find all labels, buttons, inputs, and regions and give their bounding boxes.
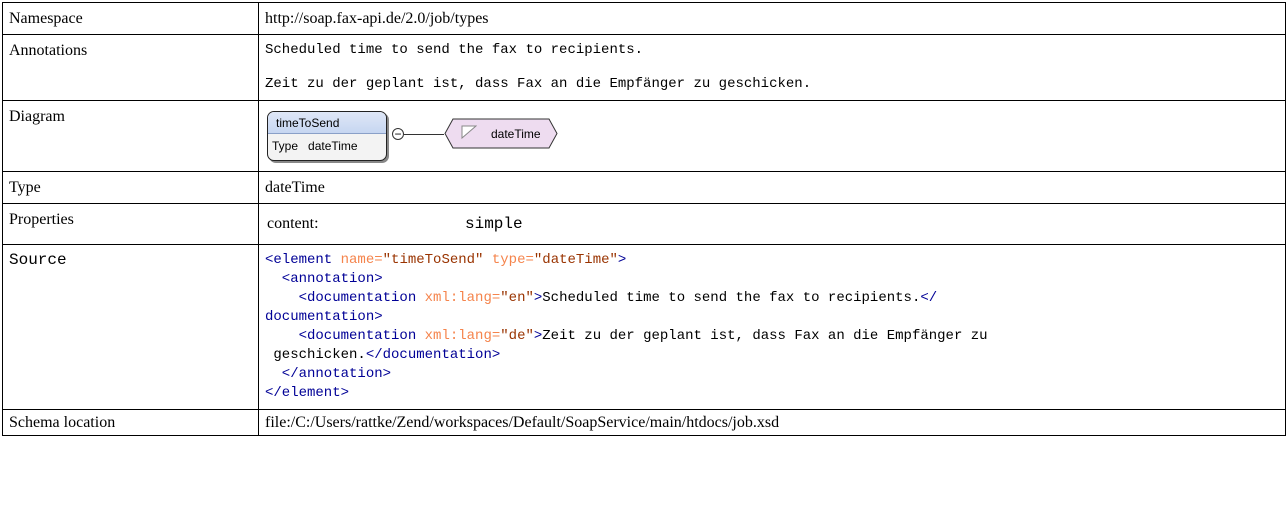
element-node-name: timeToSend (268, 112, 386, 134)
source-label: Source (2, 244, 259, 410)
src-tag: </ (920, 290, 938, 306)
src-tag: <element (265, 252, 341, 268)
properties-value: content: simple (258, 203, 1286, 245)
simple-type-icon (461, 125, 477, 139)
element-diagram: timeToSend Type dateTime − dateTime (265, 107, 1279, 165)
schema-location-label: Schema location (2, 409, 259, 436)
diagram-row: Diagram timeToSend Type dateTime − dateT… (2, 100, 1286, 172)
src-attr-value: "en" (500, 290, 534, 306)
src-tag: > (617, 252, 627, 268)
src-tag: </annotation> (265, 366, 392, 382)
properties-row: Properties content: simple (2, 203, 1286, 245)
src-attr: xml:lang= (424, 328, 501, 344)
type-node[interactable]: dateTime (445, 119, 555, 147)
annotation-de: Zeit zu der geplant ist, dass Fax an die… (265, 76, 812, 92)
annotations-label: Annotations (2, 34, 259, 101)
source-row: Source <element name="timeToSend" type="… (2, 244, 1286, 410)
src-tag: <documentation (265, 328, 425, 344)
src-tag: <documentation (265, 290, 425, 306)
collapse-icon[interactable]: − (392, 128, 404, 140)
source-code: <element name="timeToSend" type="dateTim… (258, 244, 1286, 410)
src-text: Zeit zu der geplant ist, dass Fax an die… (542, 328, 988, 344)
src-tag: documentation> (265, 309, 383, 325)
connector-line (404, 134, 444, 135)
src-attr: name= (340, 252, 383, 268)
schema-properties-table: Namespace http://soap.fax-api.de/2.0/job… (2, 2, 1286, 436)
src-tag: <annotation> (265, 271, 383, 287)
src-attr-value: "timeToSend" (382, 252, 484, 268)
element-node-type-key: Type (272, 139, 299, 153)
schema-location-row: Schema location file:/C:/Users/rattke/Ze… (2, 409, 1286, 436)
diagram-label: Diagram (2, 100, 259, 172)
src-attr: type= (483, 252, 534, 268)
annotations-value: Scheduled time to send the fax to recipi… (258, 34, 1286, 101)
schema-location-value: file:/C:/Users/rattke/Zend/workspaces/De… (258, 409, 1286, 436)
properties-label: Properties (2, 203, 259, 245)
src-text: geschicken. (265, 347, 366, 363)
element-node-type-value: dateTime (308, 139, 358, 153)
src-attr-value: "de" (500, 328, 534, 344)
type-node-label: dateTime (491, 127, 541, 141)
property-key: content: (267, 215, 319, 232)
src-text: Scheduled time to send the fax to recipi… (542, 290, 921, 306)
diagram-cell: timeToSend Type dateTime − dateTime (258, 100, 1286, 172)
element-node-type-row: Type dateTime (268, 134, 386, 156)
annotations-row: Annotations Scheduled time to send the f… (2, 34, 1286, 101)
src-tag: </documentation> (365, 347, 501, 363)
type-row: Type dateTime (2, 171, 1286, 204)
annotation-en: Scheduled time to send the fax to recipi… (265, 42, 644, 58)
type-label: Type (2, 171, 259, 204)
element-node[interactable]: timeToSend Type dateTime (267, 111, 387, 161)
src-tag: </element> (265, 385, 350, 401)
src-attr: xml:lang= (424, 290, 501, 306)
namespace-label: Namespace (2, 2, 259, 35)
namespace-row: Namespace http://soap.fax-api.de/2.0/job… (2, 2, 1286, 35)
src-attr-value: "dateTime" (533, 252, 618, 268)
namespace-value: http://soap.fax-api.de/2.0/job/types (258, 2, 1286, 35)
type-value: dateTime (258, 171, 1286, 204)
property-value: simple (465, 215, 523, 233)
